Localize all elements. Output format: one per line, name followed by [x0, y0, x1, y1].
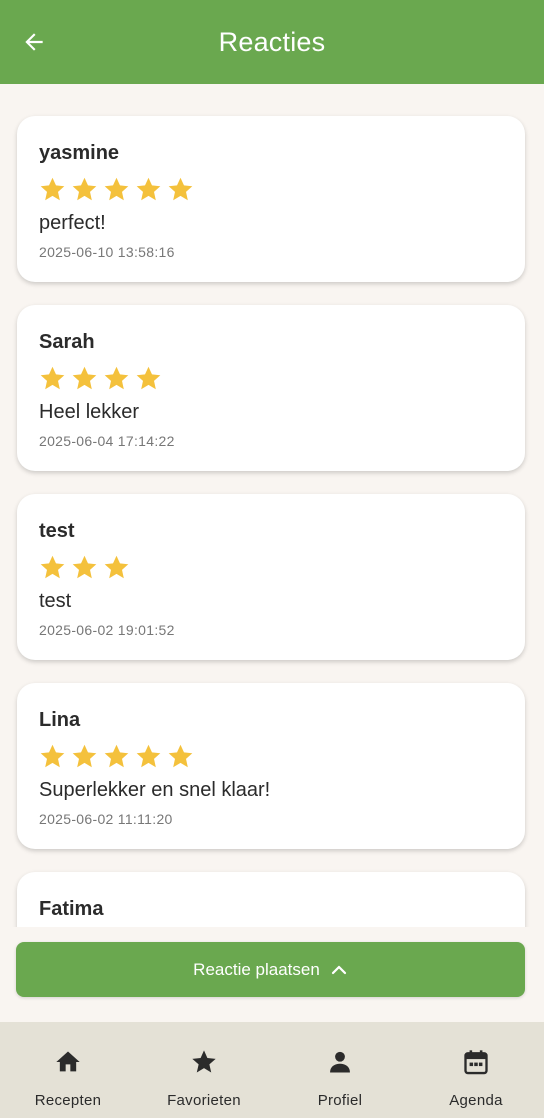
nav-label: Profiel — [317, 1092, 363, 1109]
rating-star-icon — [40, 366, 65, 389]
comment-text: Superlekker en snel klaar! — [39, 779, 271, 801]
rating-star-icon — [168, 744, 193, 767]
comment-list[interactable]: yasmine perfect! 2025-06-10 13:58:16 Sar… — [0, 84, 544, 927]
comment-text: test — [39, 590, 72, 612]
post-reaction-button[interactable]: Reactie plaatsen — [16, 942, 525, 997]
comment-author: yasmine — [39, 142, 120, 164]
rating-star-icon — [40, 555, 65, 578]
star-rating — [39, 741, 503, 771]
comments-screen: Reacties yasmine perfect! 2025-06-10 13:… — [0, 0, 544, 1118]
rating-star-icon — [72, 366, 97, 389]
nav-item-recepten[interactable]: Recepten — [0, 1022, 136, 1118]
comment-card: Lina Superlekker en snel klaar! 2025-06-… — [17, 683, 525, 849]
comment-date: 2025-06-04 17:14:22 — [39, 433, 175, 449]
person-icon — [330, 1051, 350, 1073]
rating-star-icon — [40, 744, 65, 767]
comment-author: Lina — [39, 709, 81, 731]
page-title: Reacties — [218, 26, 326, 57]
comment-date: 2025-06-02 11:11:20 — [39, 811, 173, 827]
comment-author: test — [39, 520, 75, 542]
star-rating — [39, 363, 503, 393]
home-icon — [56, 1051, 80, 1072]
comment-text: perfect! — [39, 212, 106, 234]
star-icon — [192, 1050, 216, 1073]
nav-label: Agenda — [449, 1092, 503, 1109]
rating-star-icon — [168, 177, 193, 200]
comment-card: test test 2025-06-02 19:01:52 — [17, 494, 525, 660]
chevron-up-icon — [331, 965, 346, 974]
comment-card: yasmine perfect! 2025-06-10 13:58:16 — [17, 116, 525, 282]
comment-text: Heel lekker — [39, 401, 140, 423]
nav-label: Favorieten — [167, 1092, 241, 1109]
rating-star-icon — [136, 744, 161, 767]
rating-star-icon — [72, 177, 97, 200]
comment-card: Fatima — [17, 872, 525, 927]
calendar-icon — [464, 1050, 488, 1075]
rating-star-icon — [72, 555, 97, 578]
comment-card: Sarah Heel lekker 2025-06-04 17:14:22 — [17, 305, 525, 471]
rating-star-icon — [104, 366, 129, 389]
comment-date: 2025-06-02 19:01:52 — [39, 622, 175, 638]
rating-star-icon — [40, 177, 65, 200]
nav-item-agenda[interactable]: Agenda — [408, 1022, 544, 1118]
app-header: Reacties — [0, 0, 544, 84]
arrow-left-icon — [25, 33, 43, 51]
rating-star-icon — [136, 366, 161, 389]
rating-star-icon — [104, 177, 129, 200]
star-rating — [39, 174, 503, 204]
nav-label: Recepten — [34, 1092, 102, 1109]
comment-author: Fatima — [39, 898, 104, 920]
star-rating — [39, 552, 503, 582]
comment-date: 2025-06-10 13:58:16 — [39, 244, 175, 260]
rating-star-icon — [72, 744, 97, 767]
comment-author: Sarah — [39, 331, 95, 353]
rating-star-icon — [104, 555, 129, 578]
bottom-nav: Recepten Favorieten Profiel Agenda — [0, 1022, 544, 1118]
back-button[interactable] — [14, 22, 54, 62]
nav-item-profiel[interactable]: Profiel — [272, 1022, 408, 1118]
nav-item-favorieten[interactable]: Favorieten — [136, 1022, 272, 1118]
rating-star-icon — [104, 744, 129, 767]
rating-star-icon — [136, 177, 161, 200]
post-reaction-label: Reactie plaatsen — [193, 959, 320, 979]
